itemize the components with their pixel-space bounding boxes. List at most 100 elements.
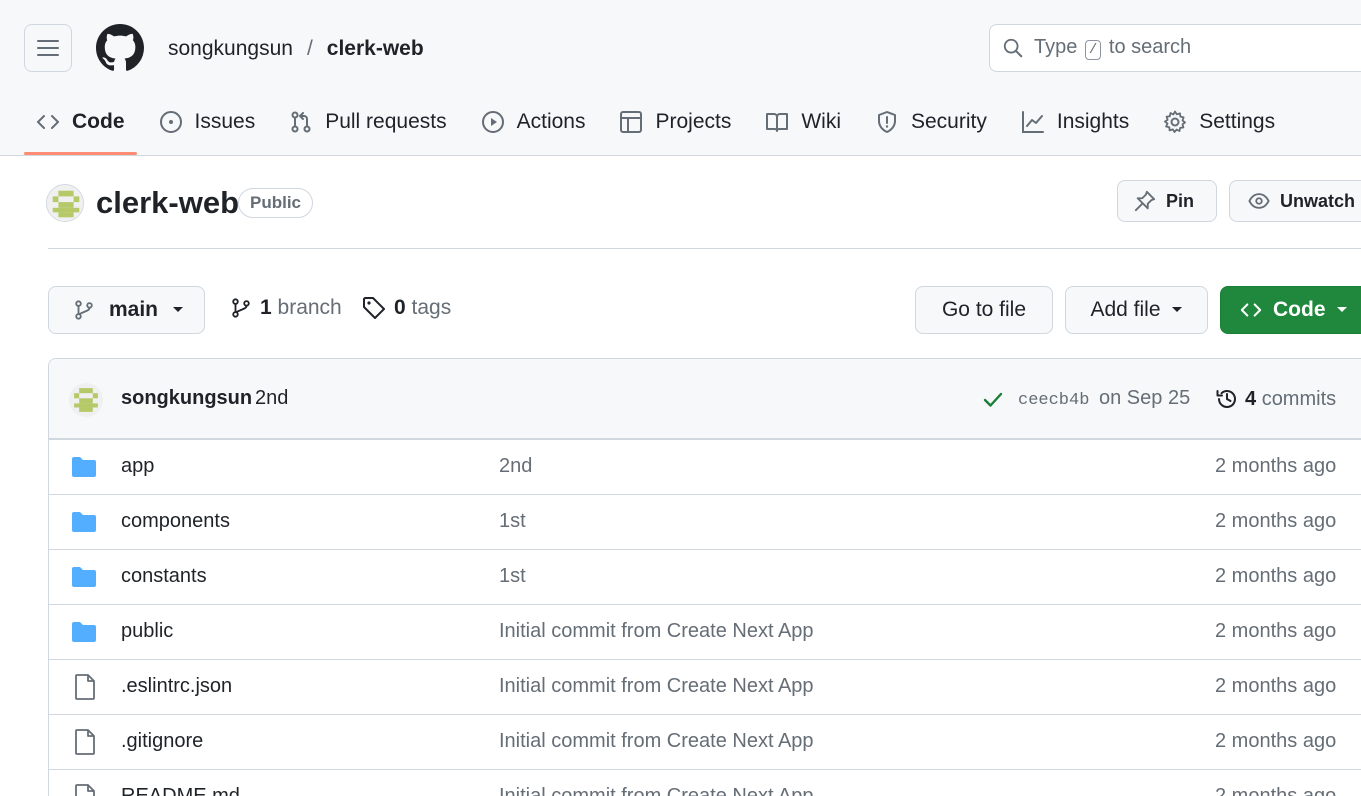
- commit-sha[interactable]: ceecb4b: [1018, 391, 1089, 410]
- add-file-button[interactable]: Add file: [1065, 286, 1208, 334]
- search-placeholder-prefix: Type: [1034, 36, 1078, 58]
- commit-author-avatar[interactable]: [69, 383, 103, 417]
- tab-security-label: Security: [911, 110, 987, 133]
- commit-message[interactable]: 2nd: [255, 387, 288, 410]
- file-commit-message-link[interactable]: Initial commit from Create Next App: [499, 785, 814, 796]
- go-to-file-button[interactable]: Go to file: [915, 286, 1053, 334]
- repo-title[interactable]: clerk-web: [96, 184, 239, 222]
- file-row[interactable]: components 1st 2 months ago: [49, 494, 1361, 549]
- github-logo-icon[interactable]: [96, 24, 144, 72]
- tab-insights[interactable]: Insights: [1009, 96, 1141, 148]
- file-name-link[interactable]: constants: [121, 565, 207, 588]
- book-icon: [766, 113, 789, 132]
- triangle-down-icon: [173, 307, 184, 312]
- commit-count: 4: [1245, 387, 1257, 410]
- file-commit-message-link[interactable]: Initial commit from Create Next App: [499, 730, 814, 753]
- search-icon: [1003, 38, 1023, 58]
- breadcrumb-owner-link[interactable]: songkungsun: [168, 34, 293, 64]
- issue-opened-icon: [159, 111, 182, 133]
- check-icon[interactable]: [983, 391, 1003, 409]
- pin-button[interactable]: Pin: [1117, 180, 1217, 222]
- tag-count: 0: [394, 296, 406, 319]
- folder-icon: [71, 621, 97, 643]
- gear-icon: [1164, 110, 1187, 133]
- triangle-down-icon: [1336, 307, 1347, 312]
- git-branch-icon: [75, 300, 93, 320]
- file-name-link[interactable]: README.md: [121, 785, 240, 796]
- tab-actions[interactable]: Actions: [469, 96, 598, 148]
- folder-icon: [71, 566, 97, 588]
- unwatch-label: Unwatch: [1280, 190, 1356, 211]
- add-file-label: Add file: [1090, 298, 1161, 321]
- file-commit-message-link[interactable]: 1st: [499, 565, 526, 588]
- branch-count: 1: [260, 296, 272, 319]
- file-commit-message-link[interactable]: 1st: [499, 510, 526, 533]
- file-commit-age: 2 months ago: [1215, 620, 1337, 642]
- git-pull-request-icon: [291, 111, 311, 133]
- unwatch-button[interactable]: Unwatch: [1229, 180, 1361, 222]
- file-commit-message-link[interactable]: 2nd: [499, 455, 532, 478]
- file-row[interactable]: .gitignore Initial commit from Create Nex…: [49, 714, 1361, 769]
- file-row[interactable]: .eslintrc.json Initial commit from Create…: [49, 659, 1361, 714]
- commits-link[interactable]: 4 commits: [1215, 387, 1336, 411]
- file-row[interactable]: public Initial commit from Create Next Ap…: [49, 604, 1361, 659]
- tags-link[interactable]: 0 tags: [362, 296, 451, 320]
- tab-actions-label: Actions: [516, 110, 586, 133]
- branch-label: branch: [277, 296, 342, 319]
- file-icon: [74, 729, 96, 755]
- tab-code[interactable]: Code: [24, 96, 137, 155]
- file-row[interactable]: constants 1st 2 months ago: [49, 549, 1361, 604]
- tab-wiki[interactable]: Wiki: [753, 96, 853, 148]
- commit-count-label: commits: [1261, 387, 1337, 410]
- code-button[interactable]: Code: [1220, 286, 1361, 334]
- file-commit-age: 2 months ago: [1215, 510, 1337, 532]
- table-icon: [620, 111, 643, 133]
- tab-issues[interactable]: Issues: [147, 96, 268, 148]
- tab-projects[interactable]: Projects: [607, 96, 743, 148]
- branches-link[interactable]: 1 branch: [230, 296, 342, 320]
- tab-security[interactable]: Security: [863, 96, 999, 148]
- tab-code-label: Code: [72, 110, 125, 133]
- file-commit-age: 2 months ago: [1215, 455, 1337, 477]
- file-commit-message-link[interactable]: Initial commit from Create Next App: [499, 675, 814, 698]
- search-input[interactable]: Type / to search: [989, 24, 1361, 72]
- file-icon: [74, 784, 96, 796]
- branch-name: main: [109, 298, 159, 321]
- pin-icon: [1134, 190, 1156, 212]
- file-row[interactable]: app 2nd 2 months ago: [49, 439, 1361, 494]
- breadcrumb-separator: /: [306, 37, 313, 60]
- branch-select-button[interactable]: main: [48, 286, 205, 334]
- eye-icon: [1248, 193, 1270, 209]
- tab-insights-label: Insights: [1056, 110, 1130, 133]
- git-branch-icon: [232, 298, 250, 318]
- title-divider: [48, 248, 1361, 249]
- tab-settings[interactable]: Settings: [1151, 96, 1287, 148]
- file-row[interactable]: README.md Initial commit from Create Next…: [49, 769, 1361, 796]
- commit-author[interactable]: songkungsun: [121, 387, 252, 410]
- code-icon: [1240, 303, 1262, 317]
- file-name-link[interactable]: components: [121, 510, 230, 533]
- visibility-badge: Public: [238, 188, 314, 218]
- tab-settings-label: Settings: [1199, 110, 1276, 133]
- owner-avatar[interactable]: [46, 184, 84, 222]
- breadcrumb: songkungsun / clerk-web: [168, 34, 424, 64]
- file-name-link[interactable]: .eslintrc.json: [121, 675, 232, 698]
- file-name-link[interactable]: app: [121, 455, 154, 478]
- file-name-link[interactable]: .gitignore: [121, 730, 203, 753]
- file-commit-message-link[interactable]: Initial commit from Create Next App: [499, 620, 814, 643]
- folder-icon: [71, 511, 97, 533]
- file-name-link[interactable]: public: [121, 620, 173, 643]
- file-commit-age: 2 months ago: [1215, 675, 1337, 697]
- breadcrumb-repo-link[interactable]: clerk-web: [327, 34, 424, 64]
- graph-icon: [1021, 111, 1044, 133]
- search-placeholder-suffix: to search: [1108, 36, 1192, 58]
- file-commit-age: 2 months ago: [1215, 785, 1337, 796]
- tab-wiki-label: Wiki: [801, 110, 841, 133]
- menu-button[interactable]: [24, 24, 72, 72]
- global-header: songkungsun / clerk-web Type / to search…: [0, 0, 1361, 156]
- code-button-label: Code: [1273, 298, 1326, 321]
- tab-pull-requests[interactable]: Pull requests: [277, 96, 458, 148]
- folder-icon: [71, 456, 97, 478]
- tab-projects-label: Projects: [655, 110, 732, 133]
- file-commit-age: 2 months ago: [1215, 565, 1337, 587]
